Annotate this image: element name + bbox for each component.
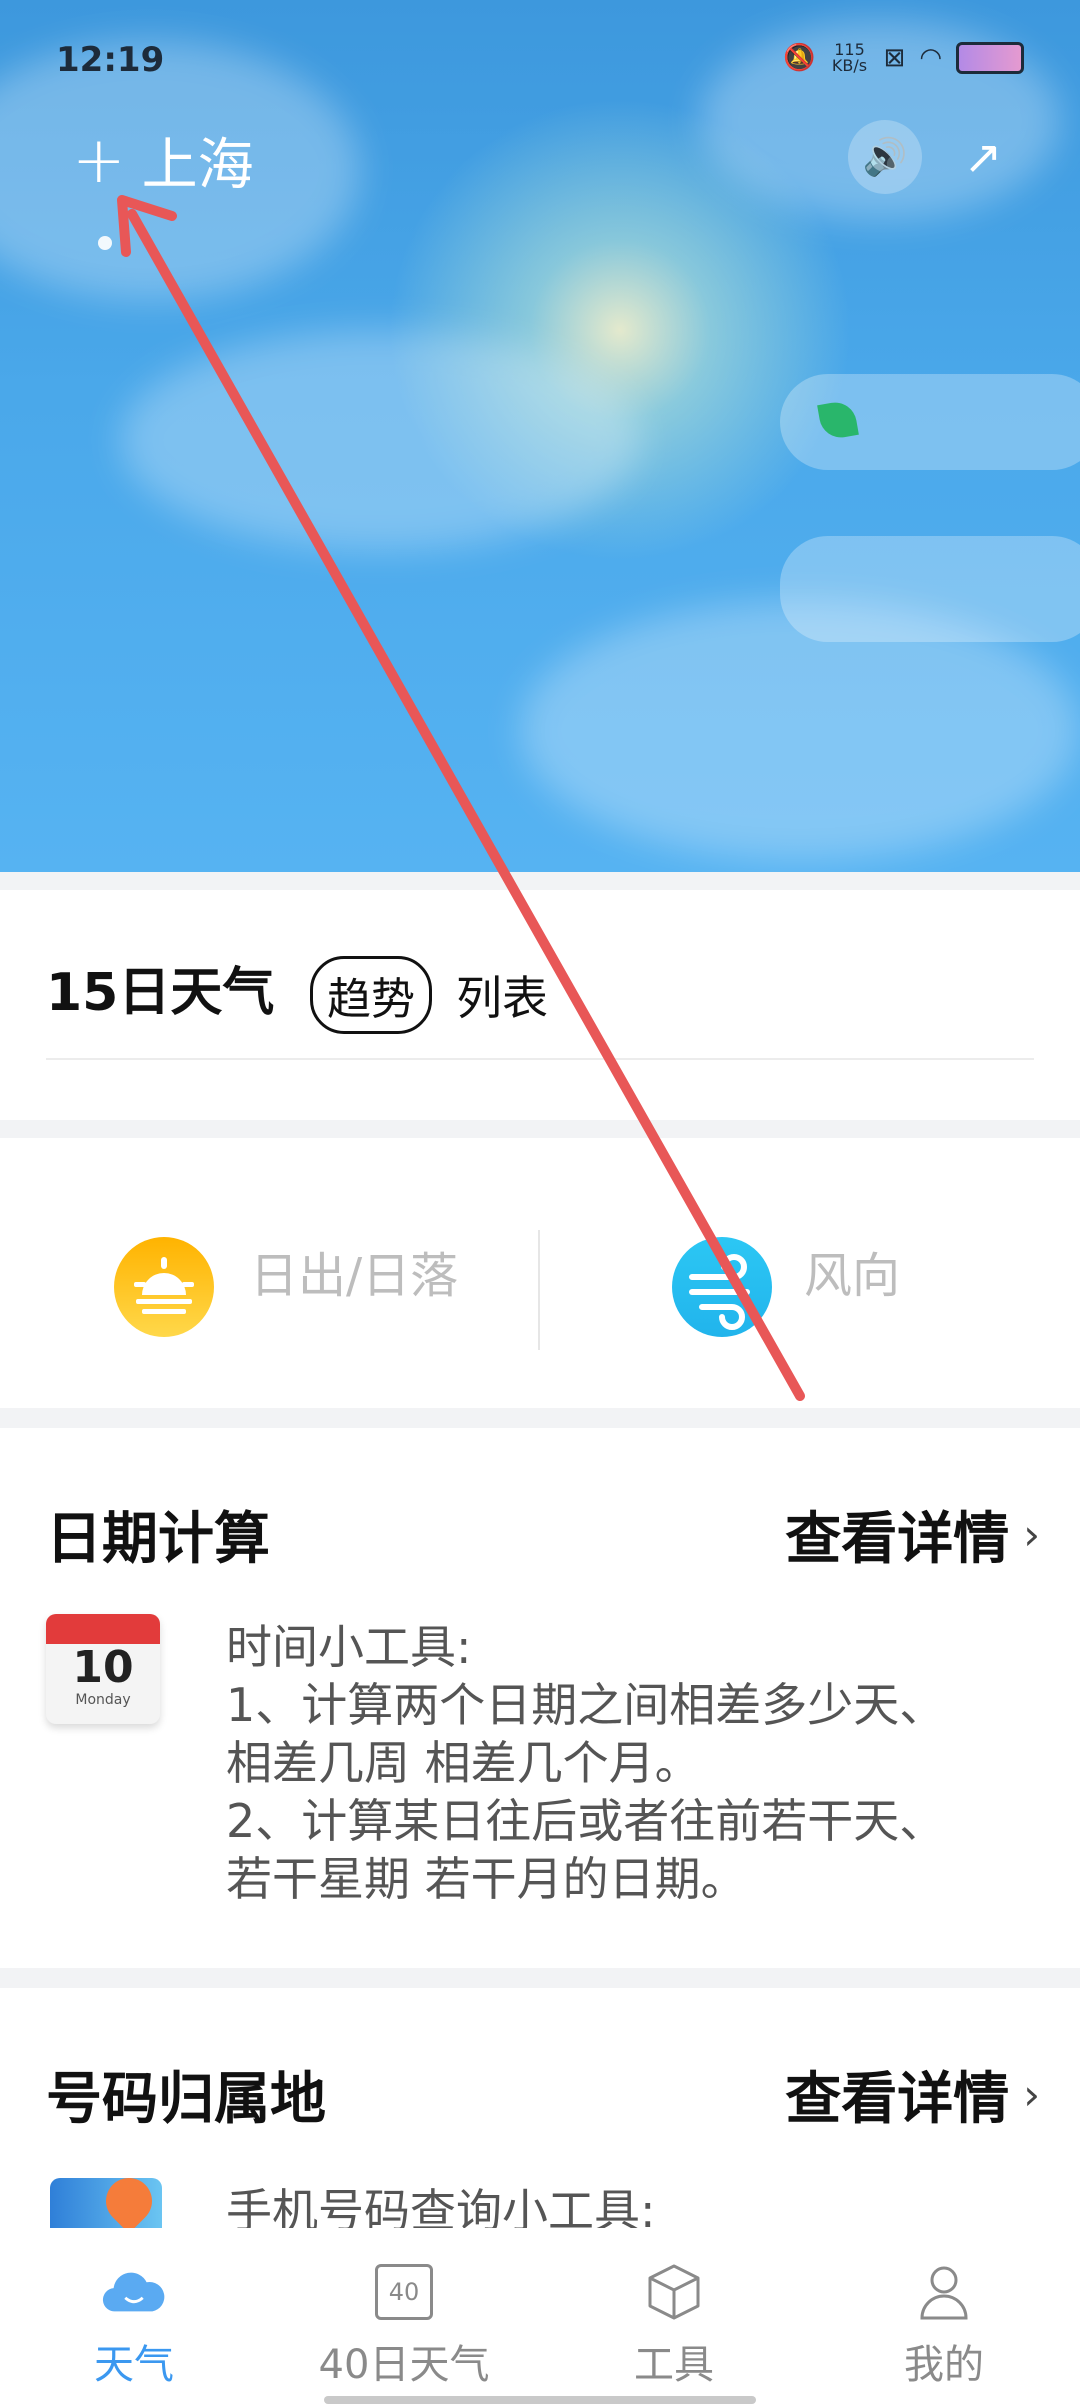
add-city-icon[interactable]: + — [72, 124, 126, 198]
chevron-right-icon: › — [1023, 1510, 1040, 1559]
view-details-link[interactable]: 查看详情 › — [785, 2054, 1040, 2135]
cube-icon — [642, 2262, 706, 2322]
card-description: 时间小工具: 1、计算两个日期之间相差多少天、 相差几周 相差几个月。 2、计算… — [226, 1620, 946, 1906]
tab-40day[interactable]: 40 40日天气 — [314, 2262, 494, 2390]
mute-icon: 🔕 — [783, 43, 816, 73]
forecast-15day-card: 15日天气 趋势 列表 — [0, 890, 1080, 1120]
cloud-icon — [102, 2262, 166, 2322]
cloud-decoration — [120, 330, 640, 550]
status-time: 12:19 — [56, 40, 165, 80]
tab-weather[interactable]: 天气 — [44, 2262, 224, 2390]
forecast-title: 15日天气 — [46, 963, 275, 1023]
home-indicator[interactable] — [324, 2396, 756, 2404]
sunrise-icon[interactable] — [114, 1237, 214, 1337]
status-icons: 🔕 115 KB/s ⊠ ◠ — [783, 42, 1024, 74]
voice-broadcast-button[interactable]: 🔊 — [848, 120, 922, 194]
card-title: 日期计算 — [46, 1507, 270, 1572]
divider — [538, 1230, 540, 1350]
quick-info-card: 日出/日落 风向 — [0, 1138, 1080, 1408]
wind-direction-label[interactable]: 风向 — [804, 1236, 900, 1306]
tab-list[interactable]: 列表 — [456, 962, 548, 1028]
person-icon — [912, 2262, 976, 2322]
tab-label: 天气 — [94, 2342, 174, 2388]
calendar-day: 10 — [72, 1642, 134, 1693]
calendar-weekday: Monday — [75, 1692, 131, 1708]
wifi-icon: ◠ — [919, 43, 942, 73]
calendar-icon: 10 Monday — [46, 1614, 160, 1724]
view-details-label[interactable]: 查看详情 — [785, 2054, 1009, 2135]
bottom-tab-bar: 天气 40 40日天气 工具 我的 — [0, 2228, 1080, 2408]
phone-location-card[interactable]: 号码归属地 查看详情 › 手机号码查询小工具: — [0, 1988, 1080, 2258]
view-details-label[interactable]: 查看详情 — [785, 1494, 1009, 1575]
wind-icon[interactable] — [672, 1237, 772, 1337]
weather-hero: 12:19 🔕 115 KB/s ⊠ ◠ + 上海 🔊 ↗ — [0, 0, 1080, 872]
city-name[interactable]: 上海 — [142, 120, 254, 201]
view-details-link[interactable]: 查看详情 › — [785, 1494, 1040, 1575]
tab-mine[interactable]: 我的 — [854, 2262, 1034, 2390]
sim-icon: ⊠ — [883, 43, 906, 73]
share-button[interactable]: ↗ — [946, 120, 1020, 194]
net-speed: 115 KB/s — [831, 40, 868, 75]
tab-label: 我的 — [904, 2342, 984, 2388]
chevron-right-icon: › — [1023, 2070, 1040, 2119]
weather-info-pill[interactable] — [780, 536, 1080, 642]
tab-label: 工具 — [634, 2342, 714, 2388]
divider — [46, 1058, 1034, 1060]
tab-label: 40日天气 — [318, 2342, 490, 2388]
date-calculator-card[interactable]: 日期计算 查看详情 › 10 Monday 时间小工具: 1、计算两个日期之间相… — [0, 1428, 1080, 1968]
city-selector[interactable]: + 上海 — [72, 120, 254, 201]
share-icon: ↗ — [963, 130, 1003, 184]
status-bar: 12:19 🔕 115 KB/s ⊠ ◠ — [0, 0, 1080, 120]
tab-tools[interactable]: 工具 — [584, 2262, 764, 2390]
calendar-40-icon: 40 — [372, 2262, 436, 2322]
tab-trend[interactable]: 趋势 — [310, 956, 432, 1034]
card-title: 号码归属地 — [46, 2067, 326, 2132]
sunrise-sunset-label[interactable]: 日出/日落 — [250, 1236, 458, 1306]
battery-icon — [956, 42, 1024, 74]
page-indicator-dot — [98, 236, 112, 250]
speaker-icon: 🔊 — [862, 137, 908, 178]
